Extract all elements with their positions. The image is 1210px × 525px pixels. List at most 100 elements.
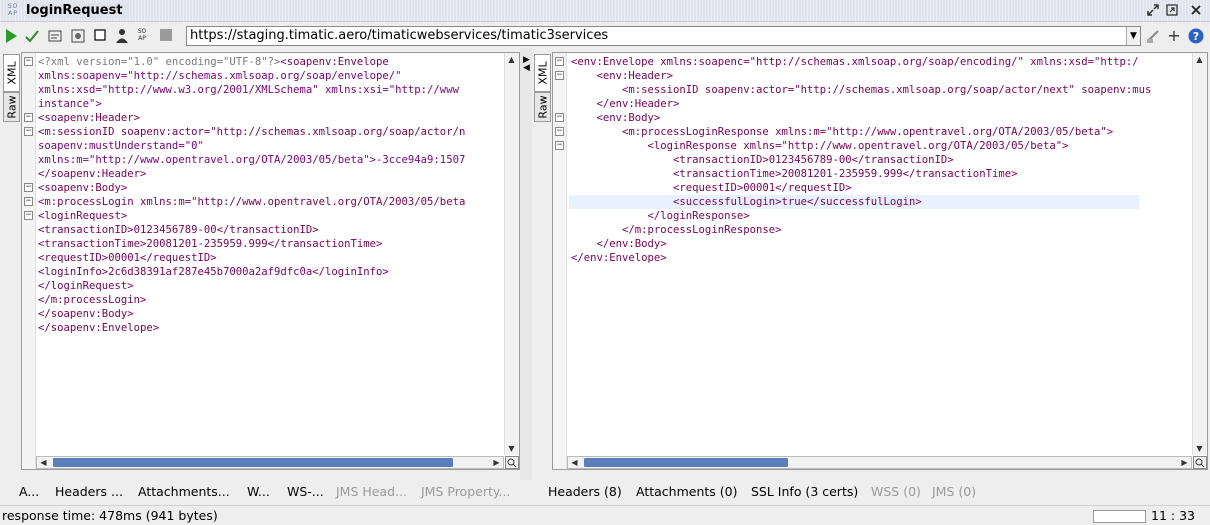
scroll-right-icon[interactable]: ▶ [1178, 456, 1191, 469]
code-line[interactable]: xmlns:xsd="http://www.w3.org/2001/XMLSch… [38, 83, 465, 97]
scroll-up-icon[interactable]: ▲ [1193, 53, 1206, 66]
code-line[interactable]: <soapenv:Header> [38, 111, 465, 125]
code-line[interactable]: <transactionID>0123456789-00</transactio… [571, 153, 1151, 167]
response-vertical-scrollbar[interactable]: ▲ ▼ [1192, 53, 1207, 455]
tab-response-xml[interactable]: XML [534, 54, 551, 92]
code-line[interactable]: <requestID>00001</requestID> [38, 251, 465, 265]
code-line[interactable]: </loginRequest> [38, 279, 465, 293]
response-zoom-icon[interactable] [1193, 456, 1207, 469]
tab-request-xml[interactable]: XML [3, 54, 20, 92]
add-endpoint-icon[interactable]: + [1166, 28, 1182, 44]
code-line[interactable]: </soapenv:Envelope> [38, 321, 465, 335]
scroll-up-icon[interactable]: ▲ [505, 53, 518, 66]
close-icon[interactable] [1188, 3, 1204, 19]
scroll-left-icon[interactable]: ◀ [37, 456, 50, 469]
code-line[interactable]: <transactionTime>20081201-235959.999</tr… [571, 167, 1151, 181]
code-line[interactable]: </soapenv:Body> [38, 307, 465, 321]
fold-toggle-icon[interactable]: − [24, 211, 33, 220]
code-line[interactable]: <soapenv:Body> [38, 181, 465, 195]
scroll-down-icon[interactable]: ▼ [505, 442, 518, 455]
tab-request-attachments[interactable]: Attachments... [138, 484, 230, 499]
code-line[interactable]: xmlns:m="http://www.opentravel.org/OTA/2… [38, 153, 465, 167]
tab-request-headers[interactable]: Headers ... [55, 484, 123, 499]
fold-toggle-icon[interactable]: − [555, 113, 564, 122]
settings-icon[interactable] [47, 28, 63, 44]
code-line[interactable]: <env:Body> [571, 111, 1151, 125]
user-icon[interactable] [114, 28, 130, 44]
response-xml-code[interactable]: <env:Envelope xmlns:soapenc="http://sche… [571, 55, 1151, 265]
code-line[interactable]: <env:Header> [571, 69, 1151, 83]
code-line[interactable]: <successfulLogin>true</successfulLogin> [571, 195, 1151, 209]
tab-request-jms-property[interactable]: JMS Property... [421, 484, 510, 499]
code-line[interactable]: </env:Envelope> [571, 251, 1151, 265]
tab-request-ws[interactable]: WS-... [287, 484, 324, 499]
fold-toggle-icon[interactable]: − [555, 71, 564, 80]
tab-request-w[interactable]: W... [247, 484, 270, 499]
fold-toggle-icon[interactable]: − [24, 197, 33, 206]
scroll-right-icon[interactable]: ▶ [490, 456, 503, 469]
endpoint-url-select[interactable]: https://staging.timatic.aero/timaticwebs… [186, 26, 1141, 46]
code-line[interactable]: instance"> [38, 97, 465, 111]
request-vertical-scrollbar[interactable]: ▲ ▼ [504, 53, 519, 455]
scroll-down-icon[interactable]: ▼ [1193, 442, 1206, 455]
format-icon[interactable] [158, 28, 174, 44]
help-icon[interactable]: ? [1188, 28, 1204, 44]
fold-toggle-icon[interactable]: − [24, 127, 33, 136]
add-assertion-icon[interactable] [24, 28, 40, 44]
code-line[interactable]: </loginResponse> [571, 209, 1151, 223]
stop-icon[interactable] [92, 28, 108, 44]
maximize-icon[interactable] [1164, 3, 1180, 19]
code-line[interactable]: <loginInfo>2c6d38391af287e45b7000a2af9df… [38, 265, 465, 279]
request-editor[interactable]: <?xml version="1.0" encoding="UTF-8"?><s… [21, 52, 520, 470]
code-line[interactable]: <m:processLogin xmlns:m="http://www.open… [38, 195, 465, 209]
tab-response-attachments[interactable]: Attachments (0) [636, 484, 737, 499]
fold-toggle-icon[interactable]: − [555, 127, 564, 136]
code-line[interactable]: <m:processLoginResponse xmlns:m="http://… [571, 125, 1151, 139]
request-xml-code[interactable]: <?xml version="1.0" encoding="UTF-8"?><s… [38, 55, 465, 335]
tab-response-wss[interactable]: WSS (0) [871, 484, 921, 499]
dump-icon[interactable] [70, 28, 86, 44]
code-line[interactable]: <m:sessionID soapenv:actor="http://schem… [571, 83, 1151, 97]
code-line[interactable]: </soapenv:Header> [38, 167, 465, 181]
tab-response-ssl-info[interactable]: SSL Info (3 certs) [751, 484, 858, 499]
request-zoom-icon[interactable] [505, 456, 519, 469]
detach-icon[interactable] [1145, 3, 1161, 19]
tab-response-jms[interactable]: JMS (0) [932, 484, 976, 499]
request-horizontal-scrollbar[interactable]: ◀ ▶ [36, 456, 504, 469]
run-icon[interactable] [3, 28, 19, 44]
fold-toggle-icon[interactable]: − [555, 57, 564, 66]
code-line[interactable]: </m:processLoginResponse> [571, 223, 1151, 237]
edit-endpoint-icon[interactable] [1146, 28, 1162, 44]
fold-toggle-icon[interactable]: − [24, 183, 33, 192]
code-line[interactable]: </env:Header> [571, 97, 1151, 111]
response-editor[interactable]: <env:Envelope xmlns:soapenc="http://sche… [552, 52, 1208, 470]
code-line[interactable]: </env:Body> [571, 237, 1151, 251]
tab-response-headers[interactable]: Headers (8) [548, 484, 622, 499]
code-line[interactable]: <loginResponse xmlns="http://www.opentra… [571, 139, 1151, 153]
code-line[interactable]: <?xml version="1.0" encoding="UTF-8"?><s… [38, 55, 465, 69]
splitter-arrows-icon[interactable]: ▶ ◀ [523, 56, 530, 73]
tab-request-auth[interactable]: A... [19, 484, 39, 499]
request-scroll-thumb[interactable] [53, 458, 453, 467]
fold-toggle-icon[interactable]: − [24, 57, 33, 66]
code-line[interactable]: <transactionID>0123456789-00</transactio… [38, 223, 465, 237]
code-line[interactable]: </m:processLogin> [38, 293, 465, 307]
code-line[interactable]: <env:Envelope xmlns:soapenc="http://sche… [571, 55, 1151, 69]
response-horizontal-scrollbar[interactable]: ◀ ▶ [567, 456, 1192, 469]
fold-toggle-icon[interactable]: − [24, 113, 33, 122]
scroll-left-icon[interactable]: ◀ [568, 456, 581, 469]
code-line[interactable]: <m:sessionID soapenv:actor="http://schem… [38, 125, 465, 139]
soap-version-icon[interactable]: SO AP [134, 28, 150, 44]
code-line[interactable]: soapenv:mustUnderstand="0" [38, 139, 465, 153]
fold-toggle-icon[interactable]: − [555, 141, 564, 150]
code-line[interactable]: <loginRequest> [38, 209, 465, 223]
code-line[interactable]: <requestID>00001</requestID> [571, 181, 1151, 195]
tab-request-jms-headers[interactable]: JMS Head... [336, 484, 407, 499]
chevron-down-icon[interactable]: ▼ [1126, 27, 1140, 45]
tab-request-raw[interactable]: Raw [3, 92, 20, 122]
code-line[interactable]: xmlns:soapenv="http://schemas.xmlsoap.or… [38, 69, 465, 83]
tab-response-raw[interactable]: Raw [534, 92, 551, 122]
code-line[interactable]: <transactionTime>20081201-235959.999</tr… [38, 237, 465, 251]
pane-splitter[interactable]: ▶ ◀ [520, 48, 532, 480]
response-scroll-thumb[interactable] [584, 458, 788, 467]
